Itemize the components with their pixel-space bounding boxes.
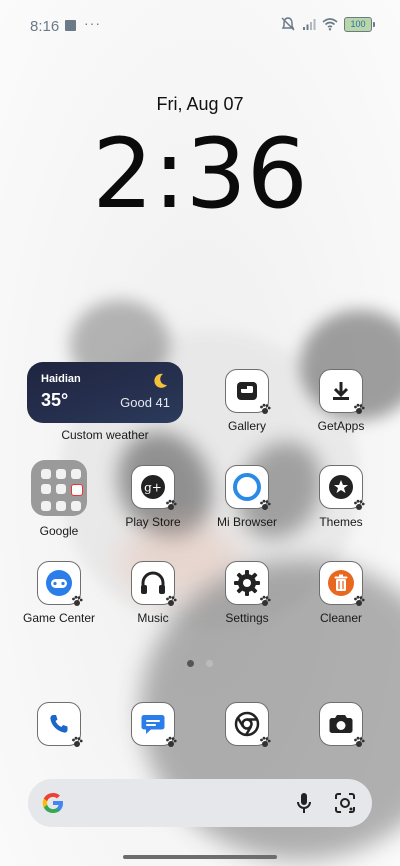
paw-badge-icon [354, 499, 365, 510]
phone-icon [37, 702, 83, 747]
dock-messages[interactable] [108, 702, 198, 747]
status-time: 8:16 [30, 18, 60, 35]
app-label: Themes [319, 515, 363, 529]
paw-badge-icon [354, 736, 365, 747]
paw-badge-icon [354, 403, 365, 414]
overflow-dots: ··· [84, 15, 101, 31]
app-settings[interactable]: Settings [202, 561, 292, 625]
folder-google[interactable]: Google [14, 460, 104, 538]
paw-badge-icon [260, 595, 271, 606]
weather-aqi: Good 41 [120, 395, 170, 410]
app-game-center[interactable]: Game Center [14, 561, 104, 625]
wifi-icon [322, 18, 338, 31]
app-mi-browser[interactable]: Mi Browser [202, 465, 292, 529]
app-label: Game Center [22, 611, 96, 625]
app-label: GetApps [317, 419, 365, 433]
paw-badge-icon [166, 499, 177, 510]
dock-phone[interactable] [14, 702, 104, 747]
app-label: Settings [225, 611, 269, 625]
svg-text:g+: g+ [144, 481, 162, 495]
app-label: Gallery [227, 419, 266, 433]
mute-icon [281, 17, 295, 31]
app-gallery[interactable]: Gallery [202, 369, 292, 433]
paw-badge-icon [166, 736, 177, 747]
app-label: Google [39, 524, 79, 538]
app-getapps[interactable]: GetApps [296, 369, 386, 433]
google-plus-icon: g+ [131, 465, 177, 510]
lock-clock[interactable]: 2:36 [0, 118, 400, 230]
battery-icon: 100 [344, 16, 375, 32]
paw-badge-icon [354, 595, 365, 606]
paw-badge-icon [260, 499, 271, 510]
lock-date[interactable]: Fri, Aug 07 [0, 94, 400, 115]
status-icons: 100 [280, 16, 375, 32]
browser-icon [225, 465, 271, 510]
download-icon [319, 369, 365, 414]
app-label: Music [137, 611, 169, 625]
weather-temp: 35° [41, 390, 69, 410]
battery-level: 100 [350, 18, 366, 29]
paw-badge-icon [166, 595, 177, 606]
trash-icon [319, 561, 365, 606]
app-label: Mi Browser [216, 515, 277, 529]
paw-badge-icon [260, 403, 271, 414]
weather-widget[interactable]: Haidian 35° Good 41 [27, 362, 183, 423]
chrome-icon [225, 702, 271, 747]
google-g-icon [42, 793, 63, 813]
google-lens-icon[interactable] [334, 792, 356, 814]
paw-badge-icon [260, 736, 271, 747]
weather-widget-label[interactable]: Custom weather [27, 428, 183, 442]
paw-badge-icon [72, 736, 83, 747]
themes-icon [319, 465, 365, 510]
headphones-icon [131, 561, 177, 606]
page-indicator[interactable] [0, 654, 400, 672]
paw-badge-icon [72, 595, 83, 606]
google-search-bar[interactable] [28, 779, 372, 827]
weather-city: Haidian [41, 373, 81, 385]
page-dot-active [186, 660, 194, 667]
messages-icon [131, 702, 177, 747]
camera-icon [319, 702, 365, 747]
notification-square-icon [65, 20, 76, 31]
moon-icon [154, 373, 167, 388]
app-themes[interactable]: Themes [296, 465, 386, 529]
gear-icon [225, 561, 271, 606]
folder-icon [31, 460, 87, 516]
dock-camera[interactable] [296, 702, 386, 747]
game-center-icon [37, 561, 83, 606]
app-cleaner[interactable]: Cleaner [296, 561, 386, 625]
app-label: Cleaner [319, 611, 363, 625]
app-label: Play Store [125, 515, 181, 529]
page-dot [206, 660, 214, 667]
gesture-nav-handle[interactable] [123, 855, 277, 859]
microphone-icon[interactable] [296, 792, 312, 814]
status-bar[interactable]: 8:16 ··· 100 [0, 0, 400, 46]
signal-icon [303, 19, 316, 30]
app-play-store[interactable]: g+ Play Store [108, 465, 198, 529]
gallery-icon [225, 369, 271, 414]
app-music[interactable]: Music [108, 561, 198, 625]
dock-chrome[interactable] [202, 702, 292, 747]
